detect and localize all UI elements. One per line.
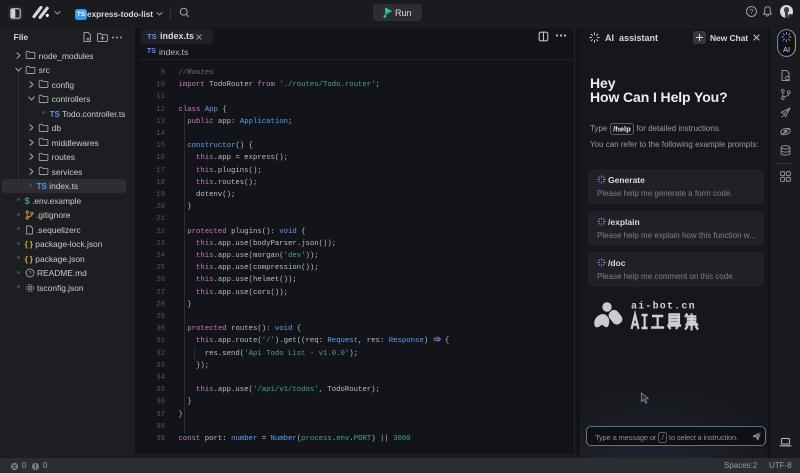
svg-text:ai-bot.cn: ai-bot.cn [631, 301, 696, 313]
svg-text:?: ? [28, 271, 31, 277]
svg-text:?: ? [749, 7, 753, 16]
svg-text:AI: AI [783, 45, 790, 54]
